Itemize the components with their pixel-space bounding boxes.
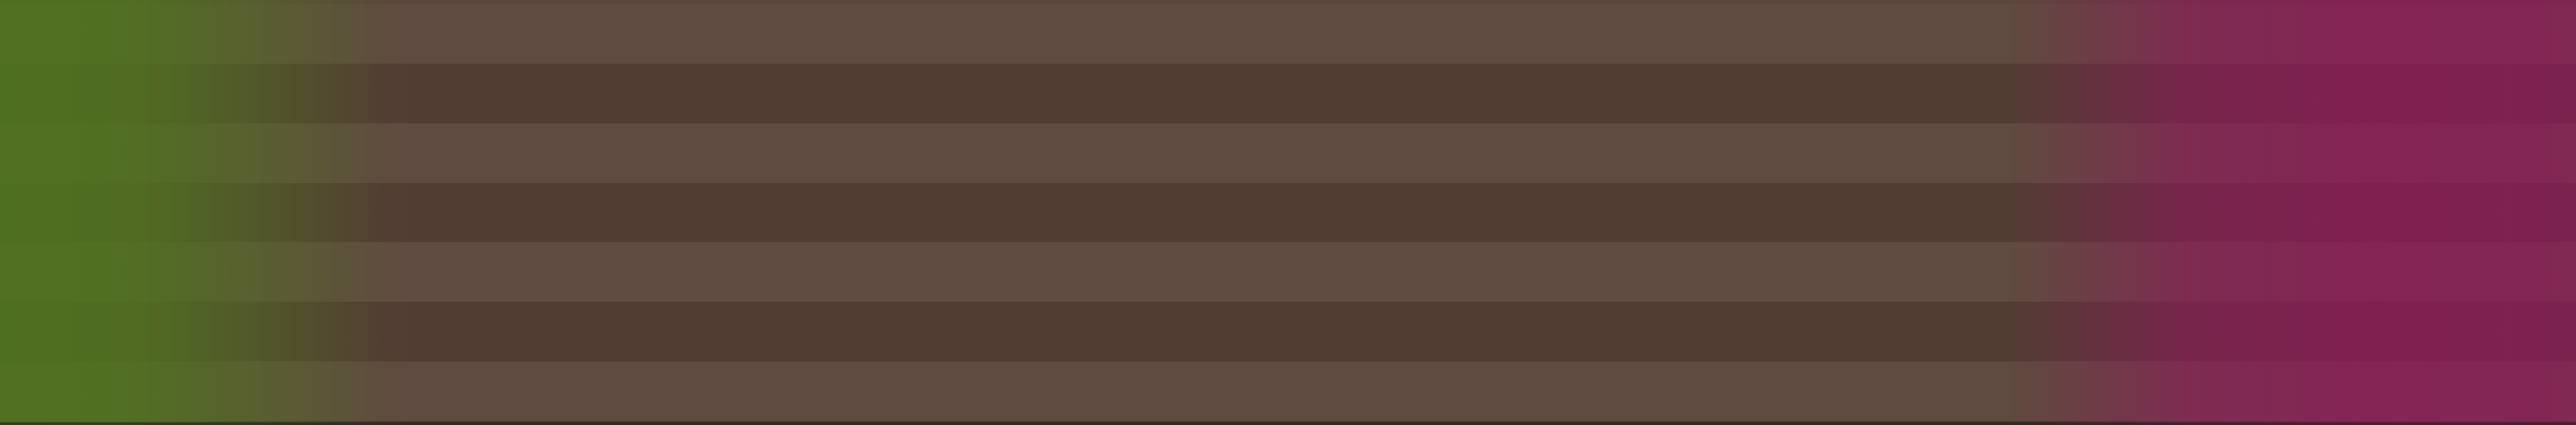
bottom-frame-edge [0,422,2576,425]
color-gradient-overlay [0,0,2576,425]
background-canvas [0,0,2576,425]
